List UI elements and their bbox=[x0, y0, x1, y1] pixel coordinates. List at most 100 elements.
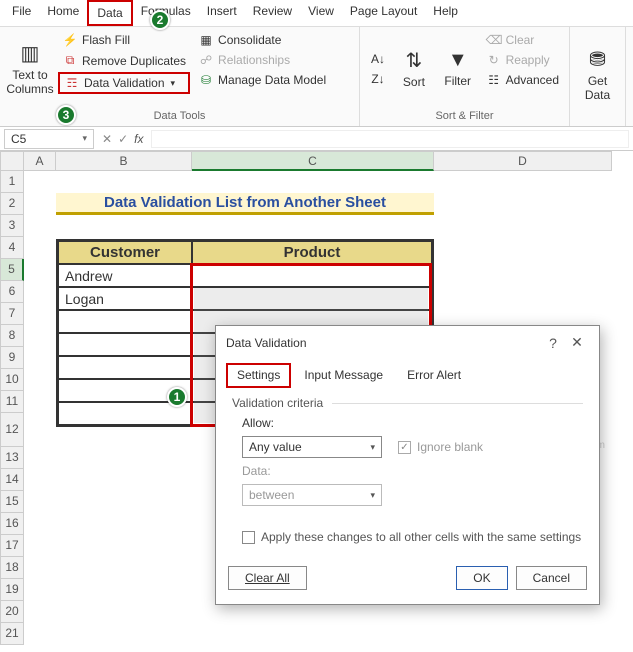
filter-button[interactable]: ▼ Filter bbox=[436, 29, 480, 108]
ribbon: ▥ Text to Columns ⚡ Flash Fill ⧉ Remove … bbox=[0, 27, 633, 127]
manage-data-model-button[interactable]: ⛁ Manage Data Model bbox=[194, 71, 330, 89]
ok-button[interactable]: OK bbox=[456, 566, 507, 590]
menu-help[interactable]: Help bbox=[425, 0, 466, 26]
consolidate-button[interactable]: ▦ Consolidate bbox=[194, 31, 330, 49]
manage-data-model-label: Manage Data Model bbox=[218, 73, 326, 87]
row-header[interactable]: 15 bbox=[0, 491, 24, 513]
flash-fill-icon: ⚡ bbox=[62, 33, 78, 47]
row-header[interactable]: 10 bbox=[0, 369, 24, 391]
filter-label: Filter bbox=[444, 74, 471, 88]
row-header[interactable]: 18 bbox=[0, 557, 24, 579]
col-header-c[interactable]: C bbox=[192, 151, 434, 171]
tab-input-message[interactable]: Input Message bbox=[293, 363, 394, 388]
get-data-label: Get Data bbox=[582, 74, 613, 102]
callout-badge-1: 1 bbox=[167, 387, 187, 407]
sort-desc-icon: Z↓ bbox=[370, 72, 386, 86]
table-cell[interactable]: Andrew bbox=[58, 264, 192, 287]
row-header[interactable]: 2 bbox=[0, 193, 24, 215]
menu-home[interactable]: Home bbox=[39, 0, 87, 26]
col-header-d[interactable]: D bbox=[434, 151, 612, 171]
row-header[interactable]: 9 bbox=[0, 347, 24, 369]
row-header[interactable]: 13 bbox=[0, 447, 24, 469]
row-header[interactable]: 1 bbox=[0, 171, 24, 193]
close-icon[interactable]: ✕ bbox=[565, 334, 589, 351]
flash-fill-label: Flash Fill bbox=[82, 33, 130, 47]
row-header[interactable]: 7 bbox=[0, 303, 24, 325]
data-label: Data: bbox=[242, 464, 271, 478]
sort-asc-button[interactable]: A↓ bbox=[366, 50, 390, 68]
row-header[interactable]: 14 bbox=[0, 469, 24, 491]
row-header[interactable]: 21 bbox=[0, 623, 24, 645]
relationships-icon: ☍ bbox=[198, 53, 214, 67]
row-header[interactable]: 16 bbox=[0, 513, 24, 535]
clear-all-button[interactable]: Clear All bbox=[228, 566, 307, 590]
table-cell[interactable] bbox=[58, 356, 192, 379]
data-validation-icon: ☶ bbox=[64, 76, 80, 90]
text-to-columns-button[interactable]: ▥ Text to Columns bbox=[4, 29, 56, 108]
formula-bar[interactable] bbox=[151, 130, 629, 148]
table-cell[interactable] bbox=[58, 310, 192, 333]
table-cell[interactable] bbox=[58, 333, 192, 356]
ignore-blank-checkbox[interactable]: ✓ Ignore blank bbox=[398, 440, 483, 454]
row-header[interactable]: 3 bbox=[0, 215, 24, 237]
get-data-button[interactable]: ⛃ Get Data bbox=[574, 29, 621, 120]
clear-icon: ⌫ bbox=[486, 33, 502, 47]
chevron-down-icon: ▾ bbox=[370, 490, 375, 501]
row-header[interactable]: 5 bbox=[0, 259, 24, 281]
remove-duplicates-icon: ⧉ bbox=[62, 53, 78, 68]
table-header-customer[interactable]: Customer bbox=[58, 241, 192, 264]
reapply-button[interactable]: ↻Reapply bbox=[482, 51, 563, 69]
table-cell[interactable] bbox=[192, 287, 432, 310]
sort-button[interactable]: ⇅ Sort bbox=[392, 29, 436, 108]
data-validation-dialog: Data Validation ? ✕ Settings Input Messa… bbox=[215, 325, 600, 605]
relationships-label: Relationships bbox=[218, 53, 290, 67]
menu-data[interactable]: Data bbox=[87, 0, 132, 26]
tab-settings[interactable]: Settings bbox=[226, 363, 291, 388]
row-header[interactable]: 4 bbox=[0, 237, 24, 259]
row-header[interactable]: 11 bbox=[0, 391, 24, 413]
relationships-button[interactable]: ☍ Relationships bbox=[194, 51, 330, 69]
advanced-button[interactable]: ☷Advanced bbox=[482, 71, 563, 89]
sort-desc-button[interactable]: Z↓ bbox=[366, 70, 390, 88]
select-all-corner[interactable] bbox=[0, 151, 24, 171]
menu-page-layout[interactable]: Page Layout bbox=[342, 0, 425, 26]
cancel-button[interactable]: Cancel bbox=[516, 566, 587, 590]
formula-row: C5 ▾ ✕ ✓ fx bbox=[0, 127, 633, 151]
data-validation-button[interactable]: ☶ Data Validation ▾ bbox=[58, 72, 190, 94]
row-header[interactable]: 19 bbox=[0, 579, 24, 601]
name-box-value: C5 bbox=[11, 132, 26, 146]
row-header[interactable]: 20 bbox=[0, 601, 24, 623]
callout-badge-3: 3 bbox=[56, 105, 76, 125]
menu-insert[interactable]: Insert bbox=[199, 0, 245, 26]
tab-error-alert[interactable]: Error Alert bbox=[396, 363, 472, 388]
row-header[interactable]: 6 bbox=[0, 281, 24, 303]
table-cell[interactable] bbox=[192, 264, 432, 287]
menu-view[interactable]: View bbox=[300, 0, 342, 26]
table-header-product[interactable]: Product bbox=[192, 241, 432, 264]
help-icon[interactable]: ? bbox=[541, 335, 565, 351]
table-cell[interactable]: Logan bbox=[58, 287, 192, 310]
remove-duplicates-button[interactable]: ⧉ Remove Duplicates bbox=[58, 51, 190, 70]
row-header[interactable]: 17 bbox=[0, 535, 24, 557]
apply-changes-checkbox[interactable]: Apply these changes to all other cells w… bbox=[242, 530, 583, 544]
row-header[interactable]: 12 bbox=[0, 413, 24, 447]
menu-file[interactable]: File bbox=[4, 0, 39, 26]
data-value: between bbox=[249, 488, 294, 502]
validation-criteria-label: Validation criteria bbox=[232, 396, 583, 410]
text-to-columns-label: Text to Columns bbox=[6, 68, 53, 96]
row-headers: 1 2 3 4 5 6 7 8 9 10 11 12 13 14 15 16 1… bbox=[0, 171, 24, 651]
text-to-columns-icon: ▥ bbox=[21, 41, 40, 66]
col-header-a[interactable]: A bbox=[24, 151, 56, 171]
remove-duplicates-label: Remove Duplicates bbox=[82, 54, 186, 68]
col-header-b[interactable]: B bbox=[56, 151, 192, 171]
data-validation-label: Data Validation bbox=[84, 76, 165, 90]
allow-select[interactable]: Any value ▾ bbox=[242, 436, 382, 458]
accept-formula-icon[interactable]: ✓ bbox=[118, 132, 128, 146]
clear-button[interactable]: ⌫Clear bbox=[482, 31, 563, 49]
menu-review[interactable]: Review bbox=[245, 0, 300, 26]
name-box[interactable]: C5 ▾ bbox=[4, 129, 94, 149]
cancel-formula-icon[interactable]: ✕ bbox=[102, 132, 112, 146]
fx-icon[interactable]: fx bbox=[134, 132, 143, 146]
flash-fill-button[interactable]: ⚡ Flash Fill bbox=[58, 31, 190, 49]
row-header[interactable]: 8 bbox=[0, 325, 24, 347]
